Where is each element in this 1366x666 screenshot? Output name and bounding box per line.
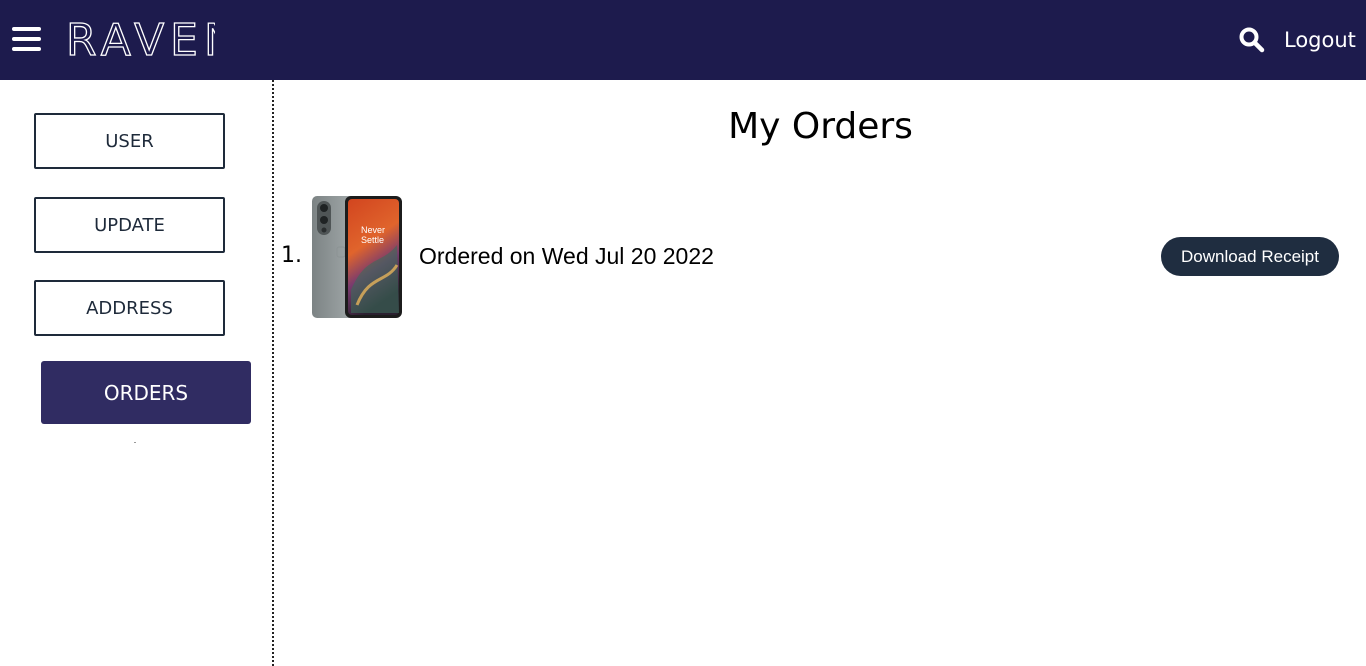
hamburger-menu-icon[interactable]: [12, 25, 42, 53]
sidebar-item-update[interactable]: UPDATE: [34, 197, 225, 253]
brand-text: RAVEN: [66, 15, 215, 64]
divider-dot: [134, 442, 136, 443]
search-icon[interactable]: [1239, 27, 1265, 53]
sidebar: USER UPDATE ADDRESS ORDERS: [0, 80, 274, 666]
sidebar-item-label: ORDERS: [103, 380, 189, 405]
top-navbar: RAVEN Logout: [0, 0, 1366, 80]
sidebar-item-user[interactable]: USER: [34, 113, 225, 169]
brand-logo[interactable]: RAVEN: [65, 14, 237, 66]
page-title: My Orders: [728, 106, 913, 147]
sidebar-item-label: UPDATE: [94, 214, 165, 236]
sidebar-item-orders[interactable]: ORDERS: [41, 361, 251, 424]
order-index: 1.: [281, 243, 302, 268]
brand-logo-wordmark: RAVEN: [65, 14, 237, 66]
download-receipt-button[interactable]: Download Receipt: [1161, 237, 1339, 276]
sidebar-item-address[interactable]: ADDRESS: [34, 280, 225, 336]
product-image: Never Settle: [311, 195, 403, 319]
sidebar-item-label: USER: [105, 130, 154, 152]
product-image-caption: Never Settle: [361, 225, 385, 245]
order-list-item: 1. Never Settle Ordered on Wed Jul 20 20…: [280, 194, 1350, 320]
sidebar-item-label: ADDRESS: [86, 297, 173, 319]
logout-link[interactable]: Logout: [1284, 26, 1356, 54]
order-date-text: Ordered on Wed Jul 20 2022: [419, 243, 714, 269]
